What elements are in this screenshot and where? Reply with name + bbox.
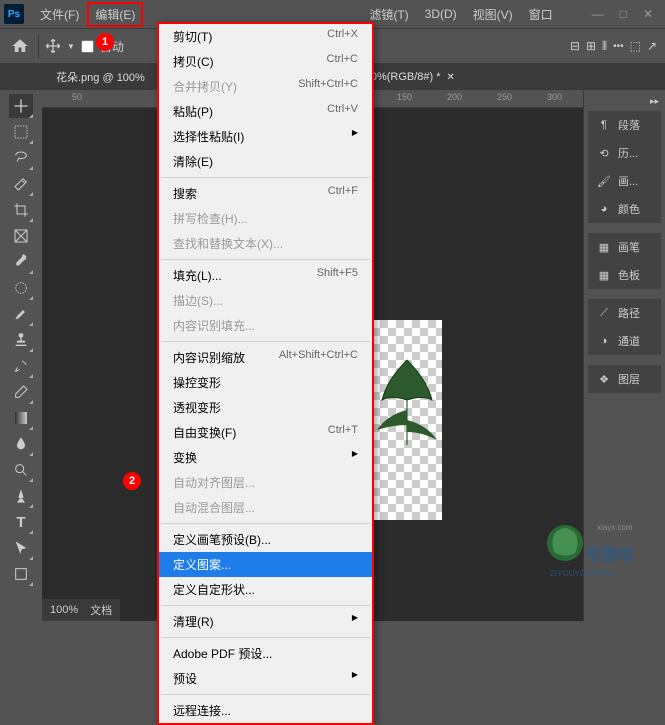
menu-item[interactable]: 定义画笔预设(B)...: [159, 527, 372, 552]
flower-image: [367, 350, 447, 450]
menu-item[interactable]: 填充(L)...Shift+F5: [159, 263, 372, 288]
panel-brushes[interactable]: 🖌画...: [588, 167, 661, 195]
menu-item[interactable]: 远程连接...: [159, 698, 372, 723]
menu-item: 内容识别填充...: [159, 313, 372, 338]
move-tool-icon[interactable]: [45, 38, 61, 54]
zoom-level[interactable]: 100%: [50, 604, 78, 616]
callout-1: 1: [96, 33, 114, 51]
menu-item: 合并拷贝(Y)Shift+Ctrl+C: [159, 74, 372, 99]
panel-swatches[interactable]: ▦色板: [588, 261, 661, 289]
menu-item[interactable]: 选择性粘贴(I): [159, 124, 372, 149]
distribute-icon[interactable]: ⫴: [602, 39, 607, 54]
menu-item[interactable]: 自由变换(F)Ctrl+T: [159, 420, 372, 445]
menu-item[interactable]: 剪切(T)Ctrl+X: [159, 24, 372, 49]
svg-text:ZIYOUYOUXIWEI: ZIYOUYOUXIWEI: [550, 569, 614, 578]
doc-tab-1[interactable]: 花朵.png @ 100%: [48, 64, 153, 90]
edit-menu-dropdown: 剪切(T)Ctrl+X拷贝(C)Ctrl+C合并拷贝(Y)Shift+Ctrl+…: [157, 22, 374, 725]
menu-item[interactable]: 清除(E): [159, 149, 372, 174]
share-icon[interactable]: ↗: [647, 39, 657, 53]
eraser-tool[interactable]: [9, 380, 33, 404]
window-controls: — □ ✕: [592, 7, 661, 21]
panel-color[interactable]: ◕颜色: [588, 195, 661, 223]
close-icon[interactable]: ✕: [643, 7, 653, 21]
pen-tool[interactable]: [9, 484, 33, 508]
menu-3d[interactable]: 3D(D): [417, 3, 465, 25]
svg-text:号游戏: 号游戏: [585, 545, 633, 564]
panel-layers[interactable]: ❖图层: [588, 365, 661, 393]
heal-tool[interactable]: [9, 276, 33, 300]
menu-item: 自动对齐图层...: [159, 470, 372, 495]
layer-icon: ❖: [596, 371, 612, 387]
align-icon2[interactable]: ⊞: [586, 39, 596, 53]
auto-checkbox[interactable]: [81, 40, 94, 53]
blur-tool[interactable]: [9, 432, 33, 456]
type-tool[interactable]: T: [9, 510, 33, 534]
path-select-tool[interactable]: [9, 536, 33, 560]
minimize-icon[interactable]: —: [592, 7, 604, 21]
menu-item: 查找和替换文本(X)...: [159, 231, 372, 256]
menu-item: 自动混合图层...: [159, 495, 372, 520]
menu-edit[interactable]: 编辑(E): [87, 2, 143, 27]
menu-item[interactable]: 拷贝(C)Ctrl+C: [159, 49, 372, 74]
marquee-tool[interactable]: [9, 120, 33, 144]
panel-channels[interactable]: ◑通道: [588, 327, 661, 355]
doc-tab-label: 0%(RGB/8#) *: [371, 71, 441, 83]
color-icon: ◕: [596, 201, 612, 217]
shape-tool[interactable]: [9, 562, 33, 586]
doc-tab-label: 花朵.png @ 100%: [56, 69, 145, 85]
menu-item[interactable]: 预设: [159, 666, 372, 691]
menu-window[interactable]: 窗口: [521, 2, 561, 27]
paragraph-icon: ¶: [596, 117, 612, 133]
channel-icon: ◑: [596, 333, 612, 349]
doc-tab-2[interactable]: 0%(RGB/8#) * ✕: [363, 64, 463, 90]
history-brush-tool[interactable]: [9, 354, 33, 378]
home-icon[interactable]: [8, 34, 32, 58]
doc-info: 文档: [90, 602, 112, 618]
menu-item[interactable]: 清理(R): [159, 609, 372, 634]
menu-view[interactable]: 视图(V): [465, 2, 521, 27]
menu-item: 描边(S)...: [159, 288, 372, 313]
callout-2: 2: [123, 472, 141, 490]
menu-item[interactable]: 定义自定形状...: [159, 577, 372, 602]
swatch-icon: ▦: [596, 267, 612, 283]
move-tool[interactable]: [9, 94, 33, 118]
gradient-tool[interactable]: [9, 406, 33, 430]
menu-item[interactable]: Adobe PDF 预设...: [159, 641, 372, 666]
history-icon: ⟲: [596, 145, 612, 161]
panel-paragraph[interactable]: ¶段落: [588, 111, 661, 139]
panel-paths[interactable]: ⟋路径: [588, 299, 661, 327]
brush-tool[interactable]: [9, 302, 33, 326]
mode-icon[interactable]: ⬚: [630, 39, 641, 53]
menu-item: 拼写检查(H)...: [159, 206, 372, 231]
brush-icon: 🖌: [596, 173, 612, 189]
menu-item[interactable]: 定义图案...: [159, 552, 372, 577]
menu-file[interactable]: 文件(F): [32, 2, 87, 27]
menu-item[interactable]: 内容识别缩放Alt+Shift+Ctrl+C: [159, 345, 372, 370]
watermark: 号游戏 ZIYOUYOUXIWEI xiayx.com: [525, 518, 645, 591]
menu-item[interactable]: 变换: [159, 445, 372, 470]
wand-tool[interactable]: [9, 172, 33, 196]
maximize-icon[interactable]: □: [620, 7, 627, 21]
dodge-tool[interactable]: [9, 458, 33, 482]
crop-tool[interactable]: [9, 198, 33, 222]
menu-item[interactable]: 粘贴(P)Ctrl+V: [159, 99, 372, 124]
close-tab-icon[interactable]: ✕: [447, 72, 455, 83]
align-icon[interactable]: ⊟: [570, 39, 580, 53]
frame-tool[interactable]: [9, 224, 33, 248]
toolbox: T: [0, 90, 42, 621]
path-icon: ⟋: [596, 305, 612, 321]
eyedropper-tool[interactable]: [9, 250, 33, 274]
brush-settings-icon: ▦: [596, 239, 612, 255]
menu-item[interactable]: 操控变形: [159, 370, 372, 395]
lasso-tool[interactable]: [9, 146, 33, 170]
status-bar: 100% 文档: [42, 599, 120, 621]
stamp-tool[interactable]: [9, 328, 33, 352]
panel-brush-settings[interactable]: ▦画笔: [588, 233, 661, 261]
menu-item[interactable]: 搜索Ctrl+F: [159, 181, 372, 206]
svg-text:xiayx.com: xiayx.com: [597, 523, 633, 532]
menu-item[interactable]: 透视变形: [159, 395, 372, 420]
app-logo: Ps: [4, 4, 24, 24]
panel-history[interactable]: ⟲历...: [588, 139, 661, 167]
